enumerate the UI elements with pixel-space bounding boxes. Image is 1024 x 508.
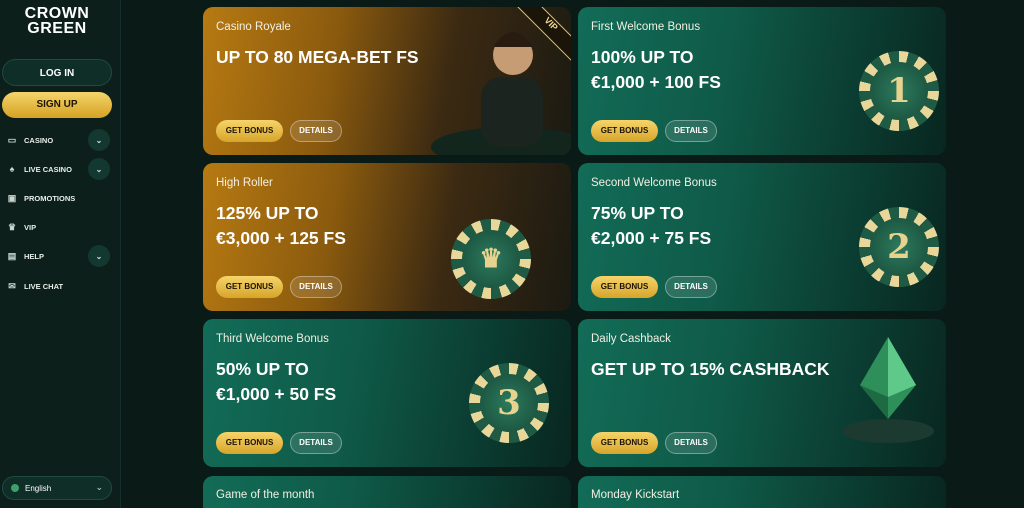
login-button[interactable]: LOG IN [2,59,112,86]
get-bonus-button[interactable]: GET BONUS [591,276,658,298]
headline-line1: UP TO 80 MEGA-BET FS [216,47,419,67]
headline-line1: 100% UP TO [591,47,694,67]
sidebar-item-label: LIVE CASINO [24,164,72,174]
chevron-down-icon[interactable]: ⌄ [88,158,110,180]
live-casino-icon: ♠ [9,164,15,174]
headline-line2: €3,000 + 125 FS [216,228,346,248]
help-icon: ▤ [7,250,17,261]
sidebar-item-label: HELP [24,251,45,261]
headline-line1: 125% UP TO [216,203,319,223]
crown-icon: ♛ [7,221,17,232]
details-button[interactable]: DETAILS [665,432,717,454]
sidebar-item-casino[interactable]: ▭ CASINO ⌄ [6,129,110,151]
promo-card-first-welcome[interactable]: 1 First Welcome Bonus 100% UP TO €1,000 … [578,7,946,155]
sidebar: CROWN GREEN LOG IN SIGN UP ▭ CASINO ⌄ ♠ … [0,0,121,508]
logo-line1: CROWN [24,5,90,22]
chip-icon: 3 [469,363,549,443]
globe-icon [11,484,19,492]
details-button[interactable]: DETAILS [665,120,717,142]
chevron-down-icon[interactable]: ⌄ [88,245,110,267]
promo-card-casino-royale[interactable]: VIP Casino Royale UP TO 80 MEGA-BET FS G… [203,7,571,155]
card-headline: 50% UP TO €1,000 + 50 FS [216,357,476,407]
sidebar-item-label: CASINO [24,135,54,145]
card-subtitle: Game of the month [216,489,315,501]
headline-line1: GET UP TO 15% CASHBACK [591,359,830,379]
chevron-down-icon: ⌄ [95,482,103,492]
chip-number: 2 [870,218,928,276]
card-headline: GET UP TO 15% CASHBACK [591,357,911,382]
signup-button[interactable]: SIGN UP [2,92,112,118]
get-bonus-button[interactable]: GET BONUS [591,432,658,454]
get-bonus-button[interactable]: GET BONUS [216,120,283,142]
details-button[interactable]: DETAILS [290,432,342,454]
chip-icon: 2 [859,207,939,287]
logo[interactable]: CROWN GREEN [0,5,114,37]
language-label: English [25,483,52,493]
chip-number: 3 [480,374,538,432]
sidebar-item-label: PROMOTIONS [24,193,76,203]
details-button[interactable]: DETAILS [290,276,342,298]
sidebar-item-live-chat[interactable]: ✉ LIVE CHAT [6,276,110,296]
card-subtitle: Second Welcome Bonus [591,177,717,189]
headline-line1: 50% UP TO [216,359,309,379]
promo-card-game-of-month[interactable]: Game of the month [203,476,571,508]
get-bonus-button[interactable]: GET BONUS [591,120,658,142]
chat-icon: ✉ [8,280,16,291]
card-subtitle: Monday Kickstart [591,489,680,501]
card-art-diamond [796,319,946,467]
card-subtitle: Third Welcome Bonus [216,333,329,345]
card-headline: 100% UP TO €1,000 + 100 FS [591,45,851,95]
card-art-dealer: VIP [421,7,571,155]
headline-line2: €2,000 + 75 FS [591,228,712,248]
promo-card-third-welcome[interactable]: 3 Third Welcome Bonus 50% UP TO €1,000 +… [203,319,571,467]
get-bonus-button[interactable]: GET BONUS [216,432,283,454]
gift-icon: ▣ [7,192,17,203]
promo-card-second-welcome[interactable]: 2 Second Welcome Bonus 75% UP TO €2,000 … [578,163,946,311]
sidebar-item-label: LIVE CHAT [24,281,64,291]
casino-icon: ▭ [7,134,17,145]
headline-line2: €1,000 + 100 FS [591,72,721,92]
card-subtitle: First Welcome Bonus [591,21,701,33]
promo-card-monday-kickstart[interactable]: Monday Kickstart [578,476,946,508]
chevron-down-icon[interactable]: ⌄ [88,129,110,151]
language-selector[interactable]: English ⌄ [2,476,112,500]
card-subtitle: High Roller [216,177,273,189]
chip-icon: 1 [859,51,939,131]
headline-line1: 75% UP TO [591,203,684,223]
promo-card-high-roller[interactable]: ♛ High Roller 125% UP TO €3,000 + 125 FS… [203,163,571,311]
chip-number: 1 [870,62,928,120]
sidebar-item-live-casino[interactable]: ♠ LIVE CASINO ⌄ [6,158,110,180]
card-subtitle: Casino Royale [216,21,291,33]
sidebar-item-promotions[interactable]: ▣ PROMOTIONS [6,188,110,208]
card-headline: 75% UP TO €2,000 + 75 FS [591,201,851,251]
card-headline: 125% UP TO €3,000 + 125 FS [216,201,476,251]
card-subtitle: Daily Cashback [591,333,671,345]
details-button[interactable]: DETAILS [290,120,342,142]
details-button[interactable]: DETAILS [665,276,717,298]
sidebar-item-help[interactable]: ▤ HELP ⌄ [6,245,110,267]
promo-card-daily-cashback[interactable]: Daily Cashback GET UP TO 15% CASHBACK GE… [578,319,946,467]
sidebar-item-label: VIP [24,222,37,232]
card-headline: UP TO 80 MEGA-BET FS [216,45,476,70]
get-bonus-button[interactable]: GET BONUS [216,276,283,298]
logo-line2: GREEN [27,20,87,37]
sidebar-item-vip[interactable]: ♛ VIP [6,217,110,237]
headline-line2: €1,000 + 50 FS [216,384,337,404]
